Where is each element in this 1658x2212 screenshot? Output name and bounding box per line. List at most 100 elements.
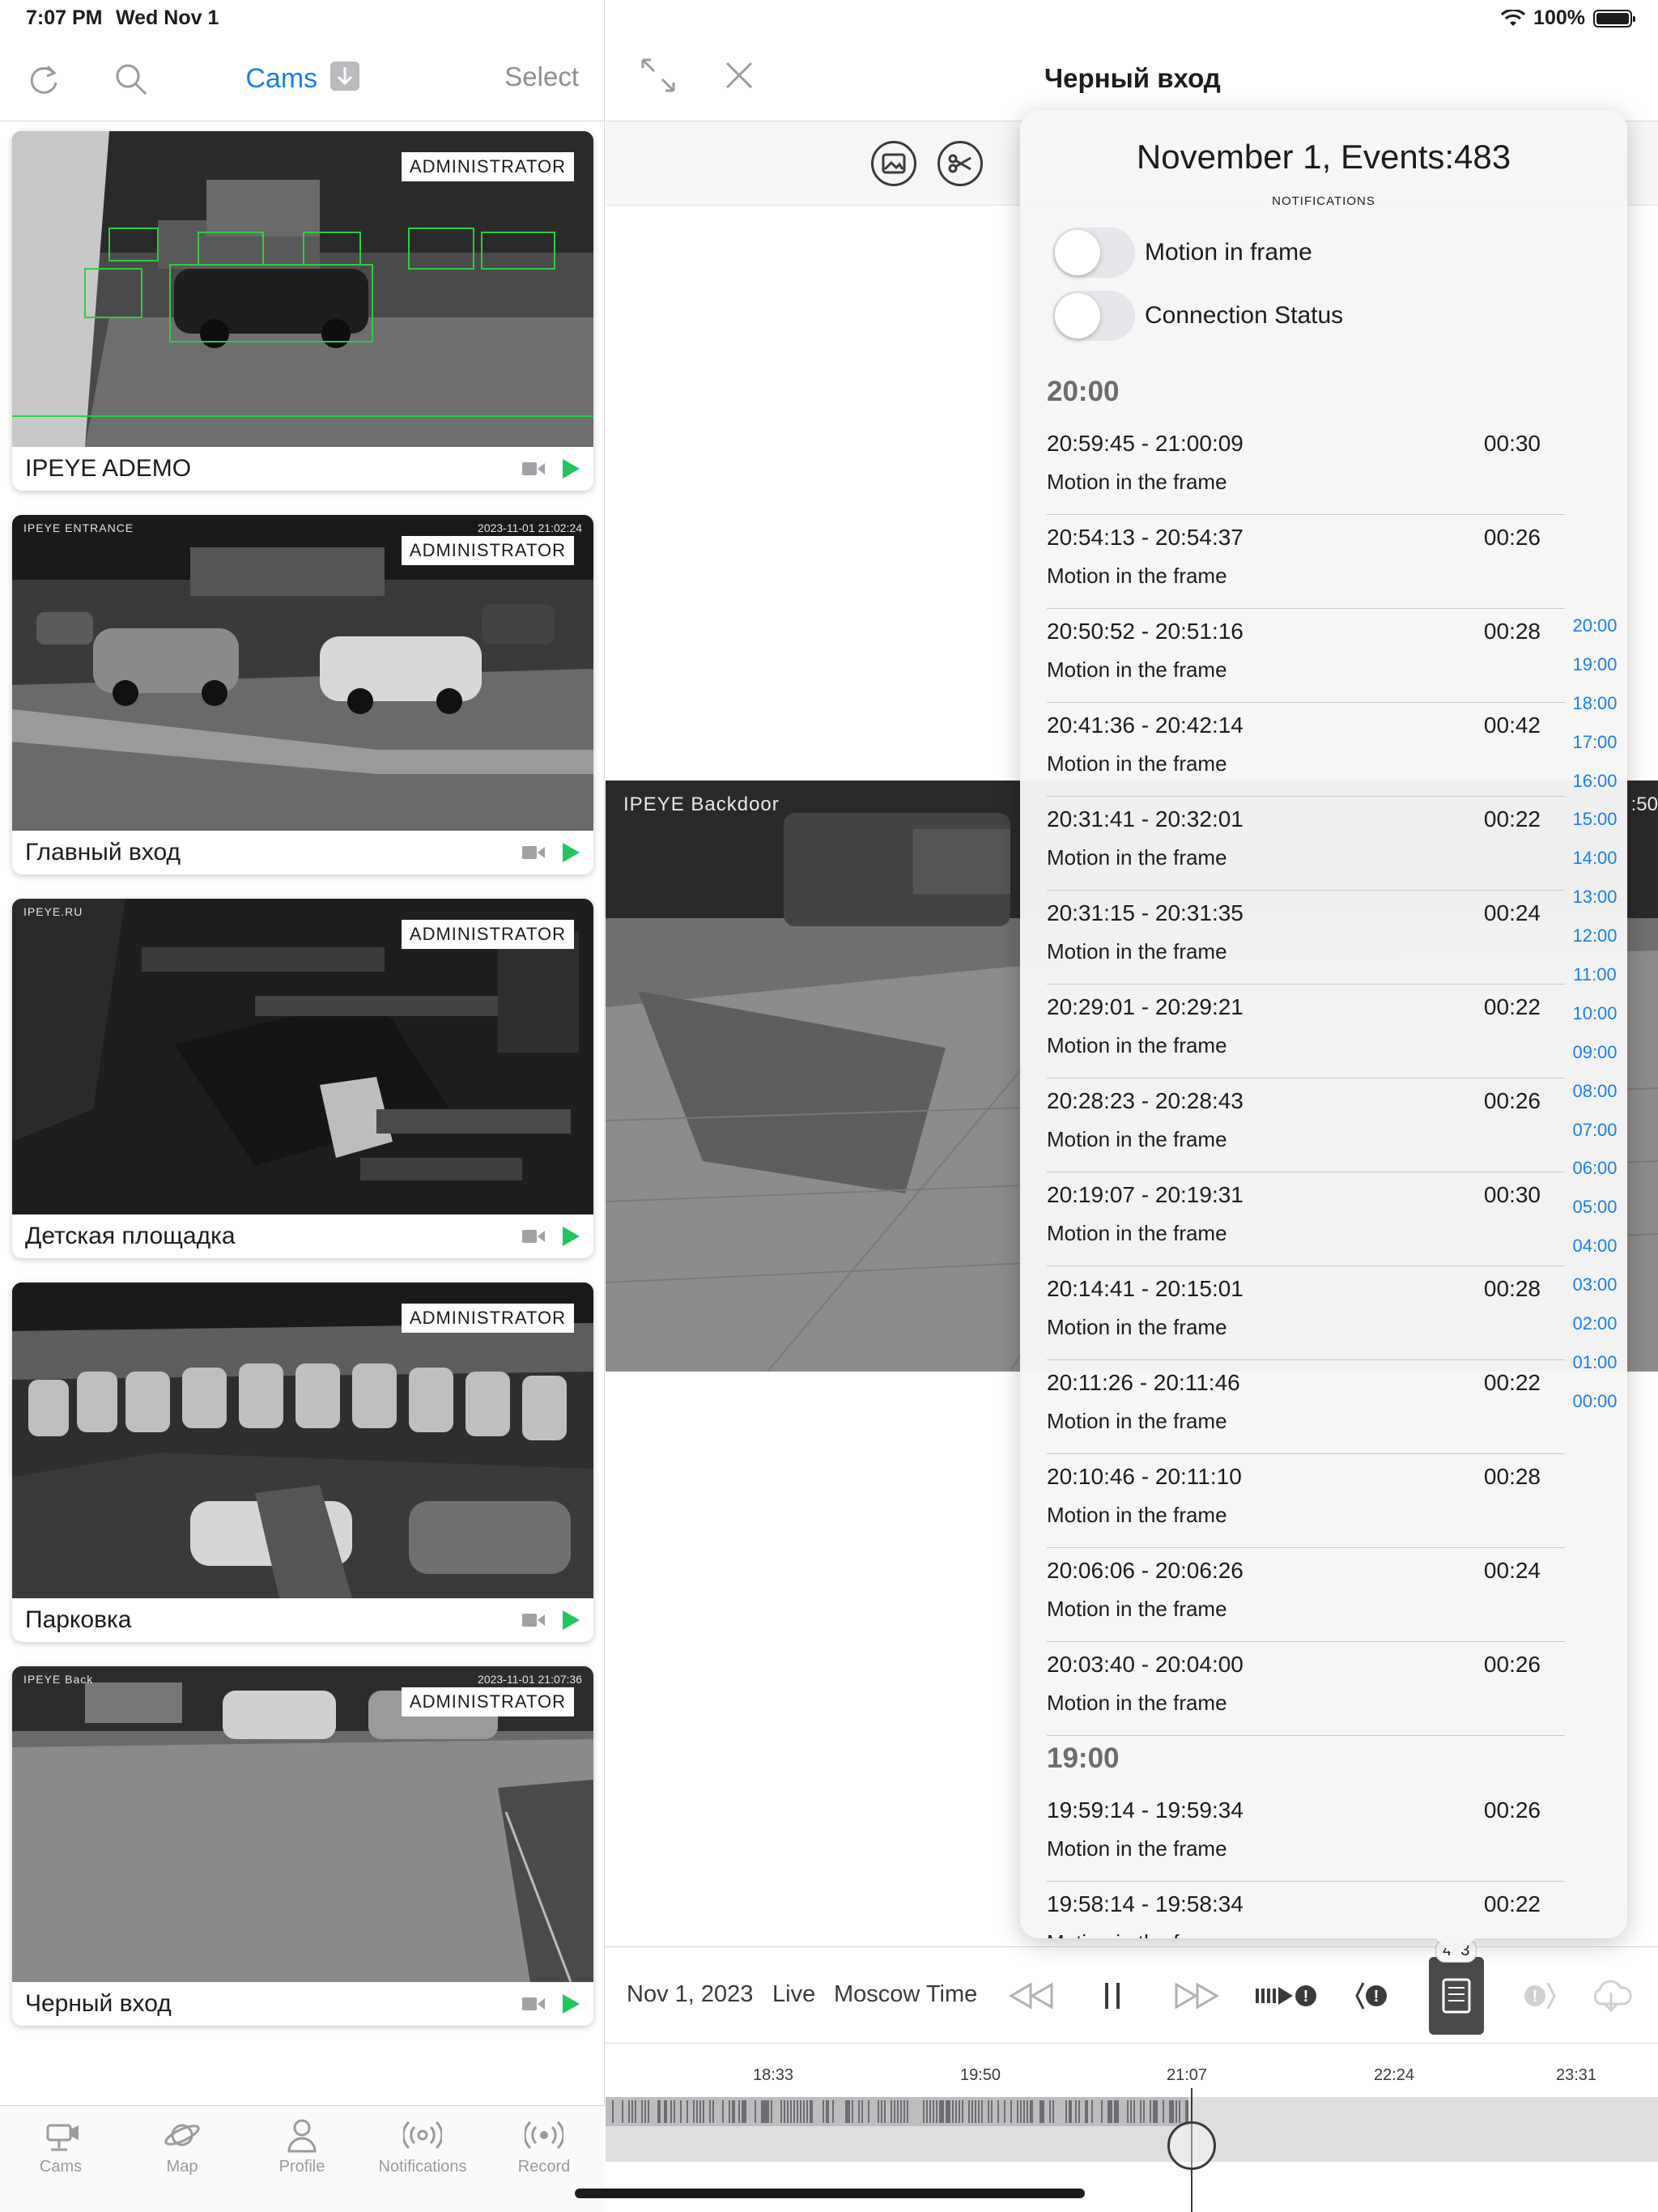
hour-index-item[interactable]: 15:00 — [1562, 809, 1627, 848]
video-camera-icon[interactable] — [522, 1227, 545, 1245]
play-icon[interactable] — [561, 1610, 580, 1631]
hour-index-item[interactable]: 10:00 — [1562, 1003, 1627, 1042]
camera-name: Детская площадка — [25, 1223, 236, 1249]
event-row[interactable]: 20:59:45 - 21:00:09 00:30 Motion in the fr… — [1047, 421, 1565, 515]
video-camera-icon[interactable] — [522, 844, 545, 861]
event-type: Motion in the frame — [1047, 564, 1227, 588]
tab-cams[interactable]: Cams — [0, 2117, 121, 2176]
playback-date[interactable]: Nov 1, 2023 — [627, 1981, 753, 2008]
toggle-motion-in-frame[interactable]: Motion in frame — [1052, 227, 1312, 279]
event-row[interactable]: 20:31:41 - 20:32:01 00:22 Motion in the fr… — [1047, 797, 1565, 891]
camera-name: Парковка — [25, 1606, 132, 1633]
hour-index-item[interactable]: 01:00 — [1562, 1352, 1627, 1391]
camera-thumbnail: ADMINISTRATOR — [12, 1283, 593, 1598]
events-list[interactable]: 20:00 20:59:45 - 21:00:09 00:30 Motion in t… — [1020, 369, 1627, 1938]
play-icon[interactable] — [561, 458, 580, 479]
next-alert-button[interactable]: ! — [1514, 1972, 1562, 2020]
event-row[interactable]: 20:06:06 - 20:06:26 00:24 Motion in the fr… — [1047, 1548, 1565, 1642]
hour-index-item[interactable]: 17:00 — [1562, 732, 1627, 771]
tab-map[interactable]: Map — [121, 2117, 243, 2176]
event-duration: 00:26 — [1483, 1797, 1541, 1823]
event-time-range: 20:11:26 - 20:11:46 — [1047, 1370, 1240, 1395]
hour-index-item[interactable]: 13:00 — [1562, 887, 1627, 925]
event-row[interactable]: 19:58:14 - 19:58:34 00:22 Motion in the fr… — [1047, 1882, 1565, 1938]
events-list-button[interactable] — [1429, 1957, 1484, 2035]
hour-index-item[interactable]: 06:00 — [1562, 1158, 1627, 1197]
tab-label: Cams — [39, 2158, 83, 2176]
close-button[interactable] — [719, 55, 767, 104]
hour-group-header: 19:00 — [1047, 1742, 1120, 1774]
timeline-scrubber-handle[interactable] — [1167, 2121, 1216, 2170]
hour-index-item[interactable]: 04:00 — [1562, 1236, 1627, 1274]
play-icon[interactable] — [561, 842, 580, 863]
live-button[interactable]: Live — [772, 1981, 815, 2008]
toggle-connection-status[interactable]: Connection Status — [1052, 290, 1343, 342]
page-title: Черный вход — [1044, 63, 1221, 93]
video-camera-icon[interactable] — [522, 1611, 545, 1629]
hour-index-item[interactable]: 02:00 — [1562, 1313, 1627, 1352]
timeline[interactable]: 18:33 19:50 21:07 22:24 23:31 — [606, 2044, 1658, 2212]
hour-index-item[interactable]: 11:00 — [1562, 964, 1627, 1003]
tab-profile[interactable]: Profile — [241, 2117, 363, 2176]
hour-index-item[interactable]: 18:00 — [1562, 693, 1627, 732]
hour-index-item[interactable]: 00:00 — [1562, 1391, 1627, 1430]
hour-index-item[interactable]: 05:00 — [1562, 1197, 1627, 1236]
event-row[interactable]: 20:10:46 - 20:11:10 00:28 Motion in the fr… — [1047, 1454, 1565, 1548]
event-row[interactable]: 19:59:14 - 19:59:34 00:26 Motion in the fr… — [1047, 1788, 1565, 1882]
hour-index-item[interactable]: 16:00 — [1562, 771, 1627, 810]
event-duration: 00:22 — [1483, 806, 1541, 832]
event-row[interactable]: 20:28:23 - 20:28:43 00:26 Motion in the fr… — [1047, 1078, 1565, 1172]
select-button[interactable]: Select — [504, 62, 579, 92]
event-row[interactable]: 20:03:40 - 20:04:00 00:26 Motion in the fr… — [1047, 1642, 1565, 1736]
timezone-label[interactable]: Moscow Time — [834, 1981, 977, 2008]
fullscreen-button[interactable] — [638, 55, 687, 104]
next-event-button[interactable]: ! — [1253, 1972, 1320, 2020]
play-icon[interactable] — [561, 1226, 580, 1247]
pause-button[interactable] — [1088, 1972, 1137, 2020]
fast-forward-button[interactable] — [1172, 1972, 1221, 2020]
next-alert-icon: ! — [1524, 1982, 1556, 2010]
rewind-button[interactable] — [1007, 1972, 1056, 2020]
toggle-switch[interactable] — [1052, 228, 1135, 278]
event-row[interactable]: 20:14:41 - 20:15:01 00:28 Motion in the fr… — [1047, 1266, 1565, 1360]
toggle-switch[interactable] — [1052, 291, 1135, 341]
event-type: Motion in the frame — [1047, 470, 1227, 494]
hour-index-item[interactable]: 07:00 — [1562, 1120, 1627, 1159]
video-overlay-timestamp: :50 — [1630, 793, 1658, 815]
video-camera-icon[interactable] — [522, 1995, 545, 2013]
video-camera-icon[interactable] — [522, 460, 545, 478]
event-row[interactable]: 20:31:15 - 20:31:35 00:24 Motion in the fr… — [1047, 891, 1565, 985]
hour-index-item[interactable]: 09:00 — [1562, 1042, 1627, 1081]
event-row[interactable]: 20:19:07 - 20:19:31 00:30 Motion in the fr… — [1047, 1172, 1565, 1266]
hour-index-item[interactable]: 19:00 — [1562, 654, 1627, 693]
camera-card[interactable]: ADMINISTRATOR IPEYE ADEMO — [12, 131, 593, 491]
event-row[interactable]: 20:54:13 - 20:54:37 00:26 Motion in the fr… — [1047, 515, 1565, 609]
hour-index-item[interactable]: 14:00 — [1562, 848, 1627, 887]
hour-index-item[interactable]: 08:00 — [1562, 1081, 1627, 1120]
camera-card[interactable]: IPEYE ENTRANCE 2023-11-01 21:02:24 ADMIN… — [12, 515, 593, 874]
event-row[interactable]: 20:41:36 - 20:42:14 00:42 Motion in the fr… — [1047, 703, 1565, 797]
tab-notifications[interactable]: Notifications — [362, 2117, 483, 2176]
snapshot-button[interactable] — [871, 141, 916, 186]
event-time-range: 20:31:41 - 20:32:01 — [1047, 806, 1244, 832]
play-icon[interactable] — [561, 1993, 580, 2014]
timeline-track[interactable] — [606, 2097, 1658, 2162]
cloud-download-button[interactable] — [1587, 1972, 1635, 2020]
camera-card[interactable]: IPEYE Back 2023-11-01 21:07:36 ADMINISTR… — [12, 1666, 593, 2026]
event-row[interactable]: 20:50:52 - 20:51:16 00:28 Motion in the fr… — [1047, 609, 1565, 703]
hour-index-item[interactable]: 03:00 — [1562, 1274, 1627, 1313]
role-badge: ADMINISTRATOR — [401, 536, 574, 565]
clip-button[interactable] — [937, 141, 983, 186]
hour-index-item[interactable]: 12:00 — [1562, 925, 1627, 964]
playback-controls: Nov 1, 2023 Live Moscow Time ! ! 483 ! — [606, 1939, 1658, 2044]
camera-card[interactable]: ADMINISTRATOR Парковка — [12, 1283, 593, 1642]
event-row[interactable]: 20:29:01 - 20:29:21 00:22 Motion in the fr… — [1047, 985, 1565, 1078]
event-duration: 00:26 — [1483, 525, 1541, 550]
event-row[interactable]: 20:11:26 - 20:11:46 00:22 Motion in the fr… — [1047, 1360, 1565, 1454]
tab-record[interactable]: Record — [483, 2117, 605, 2176]
role-badge: ADMINISTRATOR — [401, 1687, 574, 1716]
hour-index-item[interactable]: 20:00 — [1562, 615, 1627, 654]
hour-index[interactable]: 20:00 19:00 18:00 17:00 16:00 15:00 14:00 13:00… — [1562, 615, 1627, 1430]
previous-alert-button[interactable]: ! — [1349, 1972, 1397, 2020]
camera-card[interactable]: IPEYE.RU ADMINISTRATOR Детская площадка — [12, 899, 593, 1258]
